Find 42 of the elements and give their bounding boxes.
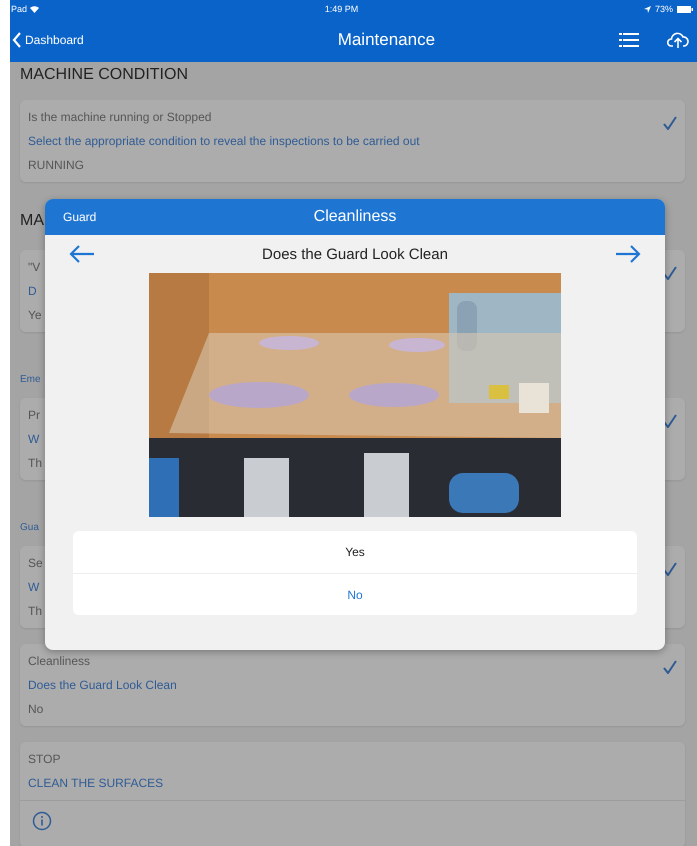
card-label: STOP [28, 752, 62, 767]
section-heading: MA [20, 212, 44, 229]
previous-arrow-icon[interactable] [69, 245, 95, 263]
card-answer: No [28, 702, 44, 717]
group-label: Eme [20, 374, 41, 385]
dialog-category: Guard [62, 210, 98, 224]
card-answer: Th [28, 456, 44, 471]
device-name: Pad [11, 4, 28, 14]
battery-level: 73% [654, 4, 673, 14]
status-time: 1:49 PM [324, 4, 358, 14]
dialog-title: Cleanliness [312, 208, 398, 226]
page-title: Maintenance [336, 30, 436, 50]
card-label: "V [28, 260, 42, 275]
answer-option[interactable]: No [73, 573, 637, 615]
card-label: Pr [28, 408, 41, 423]
back-chevron-icon[interactable] [12, 32, 22, 48]
next-arrow-icon[interactable] [614, 245, 641, 263]
card-answer: RUNNING [28, 158, 85, 173]
card-question: CLEAN THE SURFACES [28, 776, 164, 791]
card-question: Does the Guard Look Clean [28, 678, 178, 693]
section-heading: MACHINE CONDITION [20, 66, 188, 83]
back-button[interactable]: Dashboard [12, 32, 84, 48]
card-answer: Th [28, 604, 44, 619]
dialog-question: Does the Guard Look Clean [262, 246, 448, 262]
info-icon[interactable] [32, 811, 52, 831]
inspection-card[interactable]: Cleanliness Does the Guard Look Clean No [20, 644, 685, 726]
card-question: W [28, 432, 40, 447]
card-question: D [28, 284, 38, 299]
card-label: Se [28, 556, 44, 571]
card-answer: Ye [28, 308, 43, 323]
location-icon [644, 6, 651, 12]
battery-icon [677, 6, 693, 12]
cloud-upload-icon[interactable] [667, 31, 689, 49]
card-question: Select the appropriate condition to reveal the inspections to be carried out [28, 134, 421, 149]
card-label: Cleanliness [28, 654, 92, 669]
inspection-card[interactable]: STOP CLEAN THE SURFACES [20, 742, 685, 846]
inspection-card[interactable]: Is the machine running or Stopped Select the appropriate condition to reveal the inspections to be carried out RUNNING [20, 100, 685, 182]
answer-option[interactable]: Yes [73, 531, 637, 573]
wifi-icon [30, 6, 40, 12]
group-label: Gua [20, 522, 39, 533]
card-label: Is the machine running or Stopped [28, 110, 212, 125]
list-icon[interactable] [619, 33, 639, 47]
